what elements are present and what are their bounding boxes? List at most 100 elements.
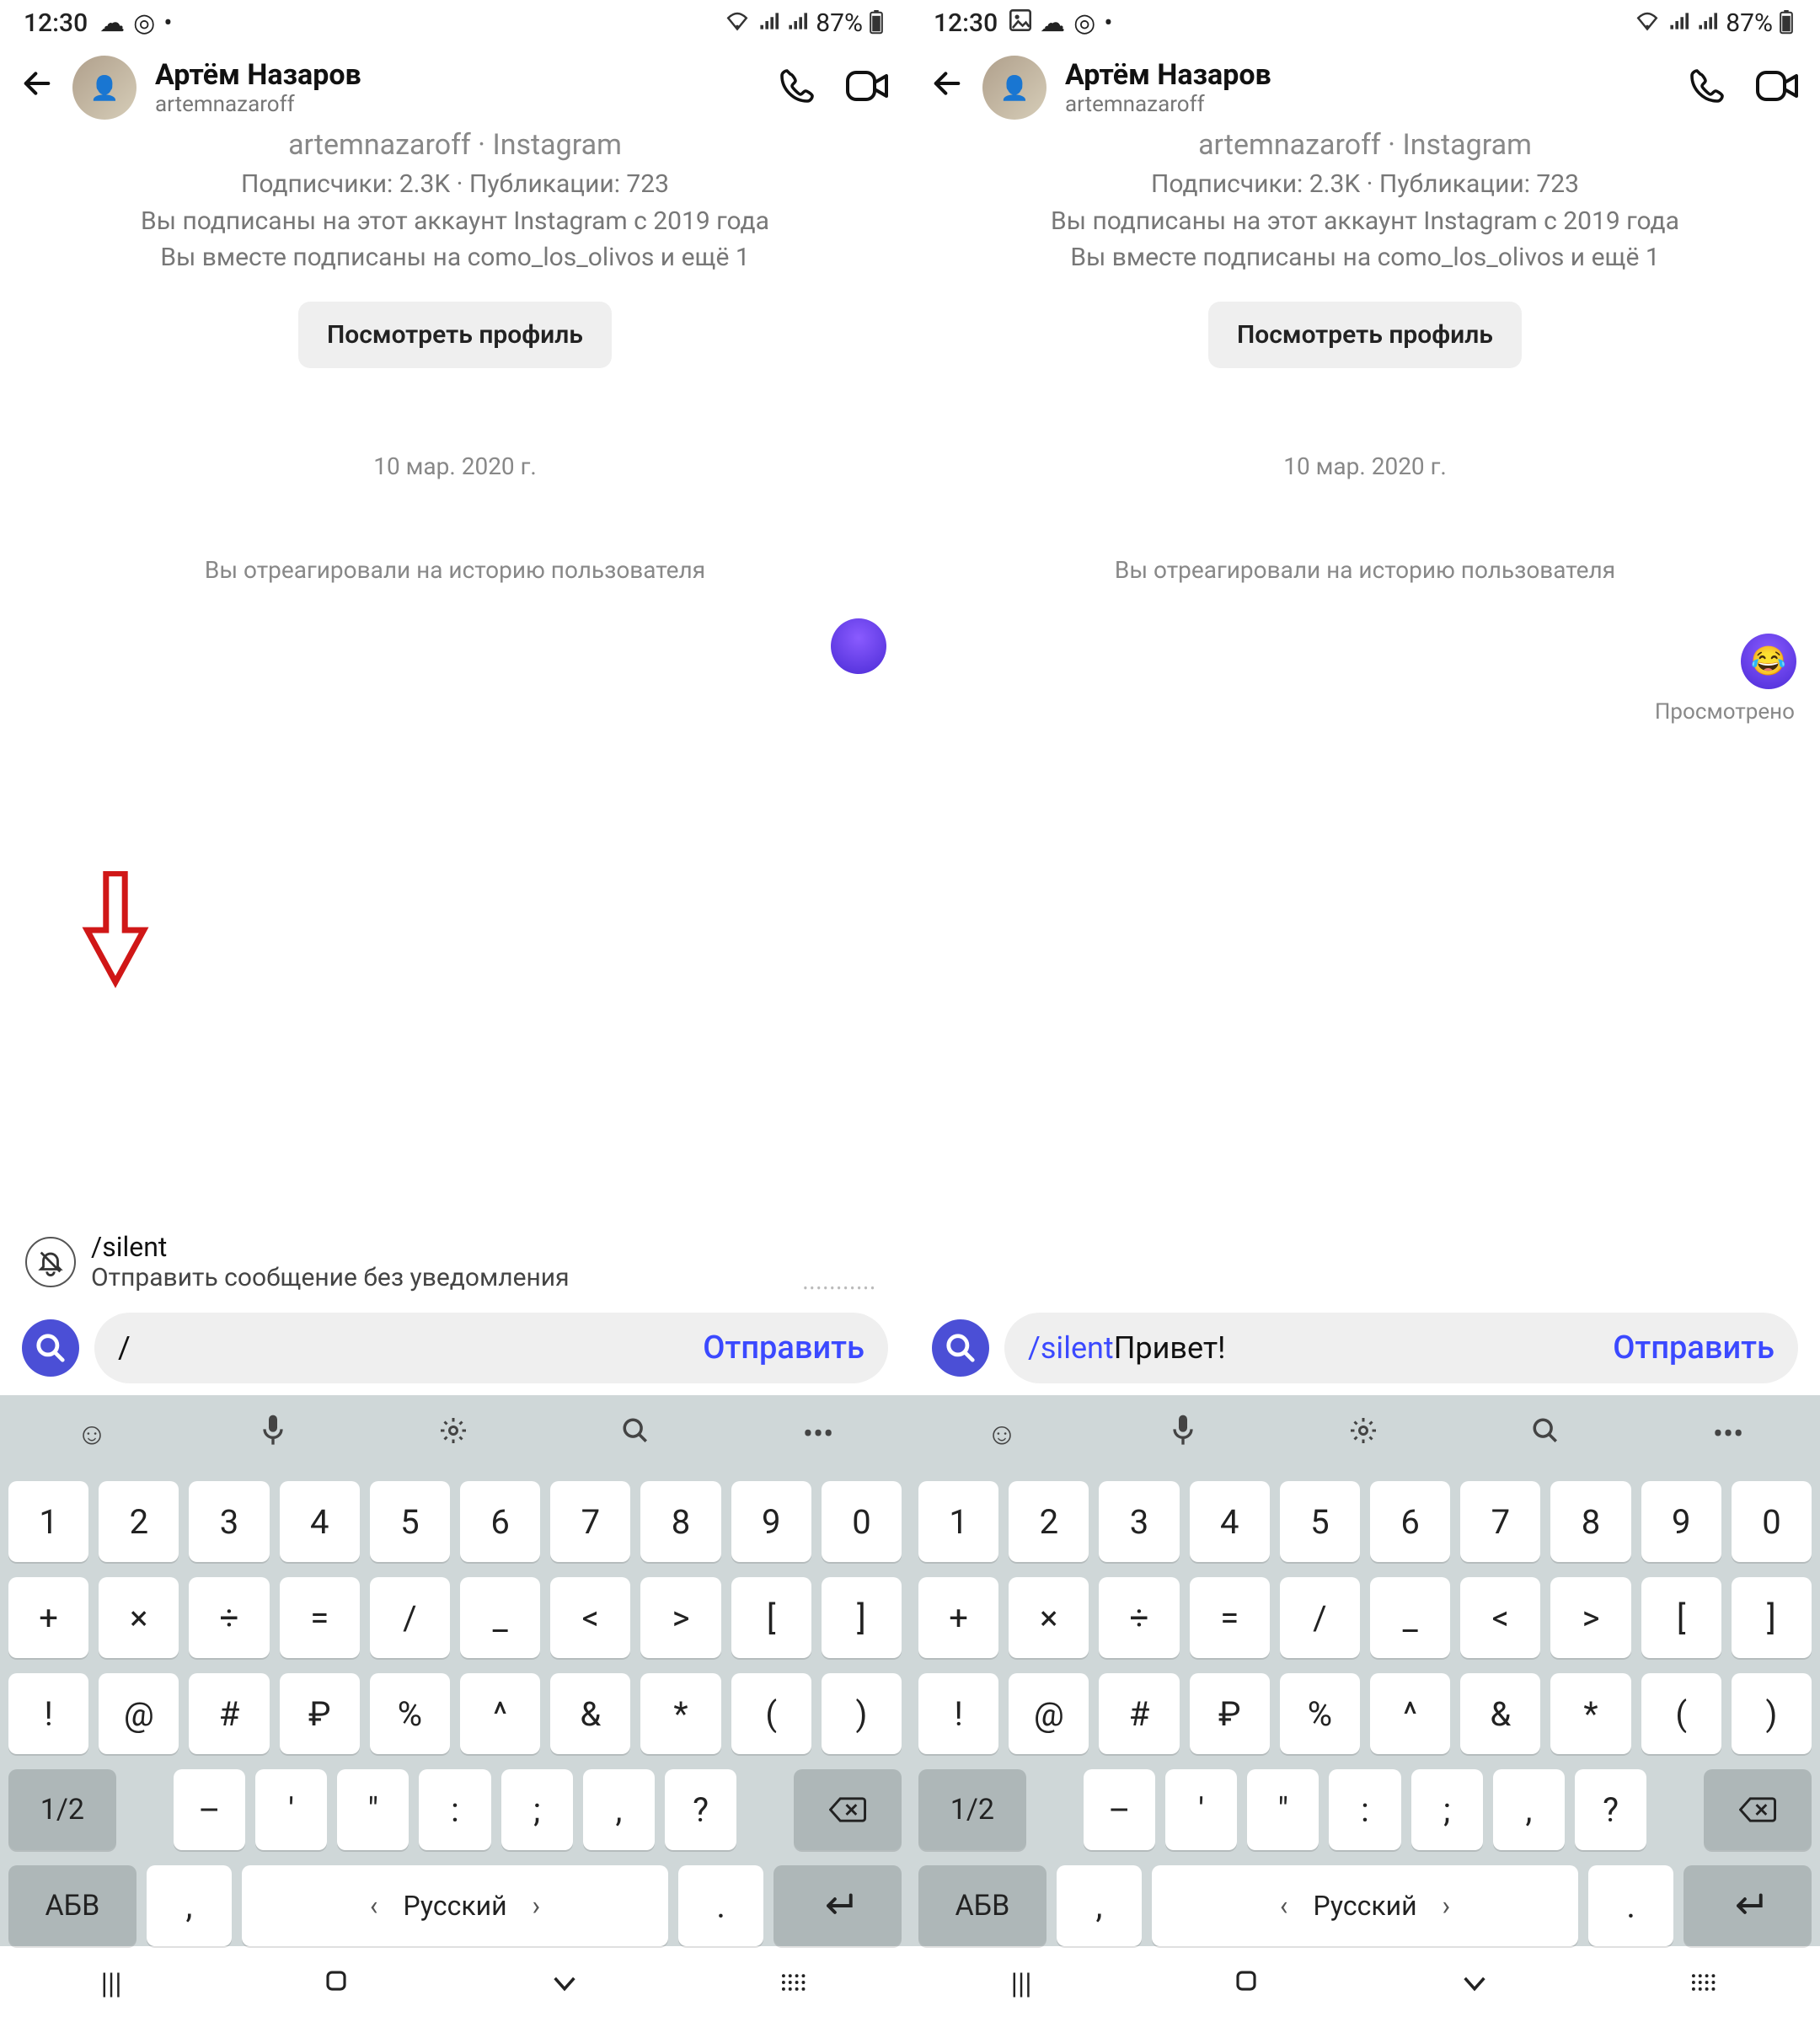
key-][interactable]: ] xyxy=(822,1577,902,1658)
key-([interactable]: ( xyxy=(1641,1673,1721,1754)
key-3[interactable]: 3 xyxy=(1099,1481,1179,1562)
send-button[interactable]: Отправить xyxy=(703,1329,864,1367)
key-–[interactable]: – xyxy=(174,1769,245,1850)
key-5[interactable]: 5 xyxy=(1280,1481,1360,1562)
key-?[interactable]: ? xyxy=(1575,1769,1646,1850)
reaction-bubble[interactable] xyxy=(831,618,886,674)
view-profile-button[interactable]: Посмотреть профиль xyxy=(298,302,612,369)
video-call-button[interactable] xyxy=(846,66,890,110)
name-block[interactable]: Артём Назаров artemnazaroff xyxy=(155,58,758,117)
search-key[interactable] xyxy=(1531,1416,1560,1452)
key-9[interactable]: 9 xyxy=(1641,1481,1721,1562)
key-)[interactable]: ) xyxy=(1732,1673,1812,1754)
avatar[interactable]: 👤 xyxy=(72,56,136,120)
key-×[interactable]: × xyxy=(99,1577,179,1658)
avatar[interactable]: 👤 xyxy=(982,56,1046,120)
alpha-switch-key[interactable]: АБВ xyxy=(8,1865,136,1946)
keyboard-switch-button[interactable] xyxy=(780,1967,809,2001)
key-2[interactable]: 2 xyxy=(99,1481,179,1562)
key-*[interactable]: * xyxy=(1550,1673,1630,1754)
search-key[interactable] xyxy=(621,1416,650,1452)
key-9[interactable]: 9 xyxy=(731,1481,811,1562)
key-;[interactable]: ; xyxy=(501,1769,573,1850)
key-_[interactable]: _ xyxy=(1370,1577,1450,1658)
key-÷[interactable]: ÷ xyxy=(1099,1577,1179,1658)
key-6[interactable]: 6 xyxy=(1370,1481,1450,1562)
key-[[interactable]: [ xyxy=(731,1577,811,1658)
space-key[interactable]: ‹ Русский › xyxy=(1152,1865,1578,1946)
key-![interactable]: ! xyxy=(8,1673,88,1754)
key-*[interactable]: * xyxy=(640,1673,720,1754)
key-2[interactable]: 2 xyxy=(1009,1481,1089,1562)
key-#[interactable]: # xyxy=(189,1673,269,1754)
key-÷[interactable]: ÷ xyxy=(189,1577,269,1658)
key-^[interactable]: ^ xyxy=(1370,1673,1450,1754)
send-button[interactable]: Отправить xyxy=(1613,1329,1774,1367)
reaction-bubble[interactable]: 😂 xyxy=(1741,634,1796,689)
key-+[interactable]: + xyxy=(918,1577,998,1658)
key-<[interactable]: < xyxy=(1460,1577,1540,1658)
back-button[interactable] xyxy=(20,66,54,110)
key-][interactable]: ] xyxy=(1732,1577,1812,1658)
enter-key[interactable] xyxy=(774,1865,902,1946)
command-suggestion[interactable]: /silent Отправить сообщение без уведомле… xyxy=(0,1222,910,1301)
key-–[interactable]: – xyxy=(1084,1769,1155,1850)
backspace-key[interactable] xyxy=(794,1769,902,1850)
key-,[interactable]: , xyxy=(583,1769,655,1850)
key-@[interactable]: @ xyxy=(99,1673,179,1754)
comma-key[interactable]: , xyxy=(1057,1865,1142,1946)
key-([interactable]: ( xyxy=(731,1673,811,1754)
call-button[interactable] xyxy=(1687,66,1727,110)
key-₽[interactable]: ₽ xyxy=(1190,1673,1270,1754)
back-button[interactable] xyxy=(930,66,964,110)
key-/[interactable]: / xyxy=(1280,1577,1360,1658)
key-<[interactable]: < xyxy=(550,1577,630,1658)
key-1[interactable]: 1 xyxy=(918,1481,998,1562)
settings-key[interactable] xyxy=(1348,1415,1378,1453)
more-key[interactable]: ••• xyxy=(803,1416,833,1452)
key-8[interactable]: 8 xyxy=(640,1481,720,1562)
key-+[interactable]: + xyxy=(8,1577,88,1658)
recents-button[interactable]: ||| xyxy=(1011,1967,1032,2001)
key-@[interactable]: @ xyxy=(1009,1673,1089,1754)
key-^[interactable]: ^ xyxy=(460,1673,540,1754)
comma-key[interactable]: , xyxy=(147,1865,232,1946)
key-[[interactable]: [ xyxy=(1641,1577,1721,1658)
alpha-switch-key[interactable]: АБВ xyxy=(918,1865,1046,1946)
key-0[interactable]: 0 xyxy=(822,1481,902,1562)
key-×[interactable]: × xyxy=(1009,1577,1089,1658)
key-4[interactable]: 4 xyxy=(280,1481,360,1562)
symbols-switch-key[interactable]: 1/2 xyxy=(918,1769,1026,1850)
backspace-key[interactable] xyxy=(1704,1769,1812,1850)
key-7[interactable]: 7 xyxy=(1460,1481,1540,1562)
key-=[interactable]: = xyxy=(1190,1577,1270,1658)
message-input[interactable]: / Отправить xyxy=(94,1313,888,1383)
key-&[interactable]: & xyxy=(550,1673,630,1754)
key-=[interactable]: = xyxy=(280,1577,360,1658)
key-'[interactable]: ' xyxy=(1165,1769,1237,1850)
enter-key[interactable] xyxy=(1684,1865,1812,1946)
key-,[interactable]: , xyxy=(1493,1769,1565,1850)
key-₽[interactable]: ₽ xyxy=(280,1673,360,1754)
key-1[interactable]: 1 xyxy=(8,1481,88,1562)
mic-key[interactable] xyxy=(1170,1414,1196,1455)
search-button[interactable] xyxy=(932,1319,989,1377)
settings-key[interactable] xyxy=(438,1415,468,1453)
period-key[interactable]: . xyxy=(1588,1865,1673,1946)
symbols-switch-key[interactable]: 1/2 xyxy=(8,1769,116,1850)
key-0[interactable]: 0 xyxy=(1732,1481,1812,1562)
emoji-key[interactable]: ☺ xyxy=(987,1416,1018,1452)
video-call-button[interactable] xyxy=(1756,66,1800,110)
message-input[interactable]: /silent Привет! Отправить xyxy=(1004,1313,1798,1383)
key-6[interactable]: 6 xyxy=(460,1481,540,1562)
keyboard-hide-button[interactable] xyxy=(1460,1967,1489,2001)
key-:[interactable]: : xyxy=(1329,1769,1400,1850)
key-:[interactable]: : xyxy=(419,1769,490,1850)
key-%[interactable]: % xyxy=(1280,1673,1360,1754)
key-![interactable]: ! xyxy=(918,1673,998,1754)
key-4[interactable]: 4 xyxy=(1190,1481,1270,1562)
key-"[interactable]: " xyxy=(337,1769,409,1850)
emoji-key[interactable]: ☺ xyxy=(77,1416,108,1452)
mic-key[interactable] xyxy=(260,1414,286,1455)
key-8[interactable]: 8 xyxy=(1550,1481,1630,1562)
